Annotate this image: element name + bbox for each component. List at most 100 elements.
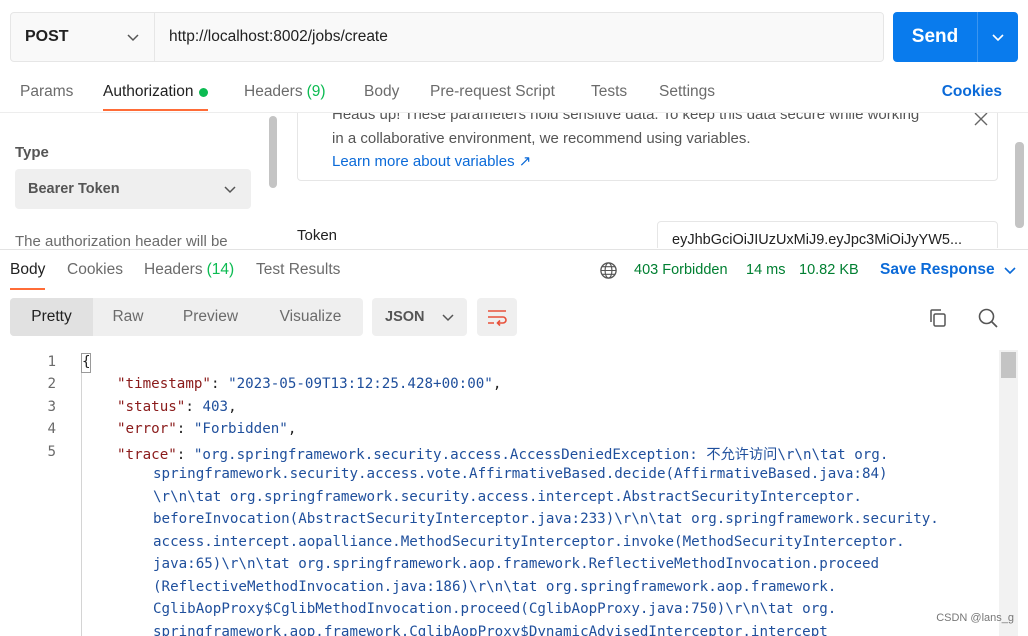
format-select[interactable]: JSON: [372, 298, 467, 336]
response-body-editor[interactable]: 1 2 3 4 5 { "timestamp": "2023-05-09T13:…: [0, 350, 1000, 636]
token-input[interactable]: eyJhbGciOiJIUzUxMiJ9.eyJpc3MiOiJyYW5...: [657, 221, 998, 248]
send-button[interactable]: Send: [893, 12, 977, 62]
editor-scrollbar-thumb[interactable]: [1001, 352, 1016, 378]
wrap-lines-button[interactable]: [477, 298, 517, 336]
chevron-down-icon: [442, 314, 454, 322]
save-response-button[interactable]: Save Response: [880, 250, 1017, 290]
tab-label: Settings: [659, 83, 716, 100]
line-number: 3: [47, 399, 56, 415]
type-label: Type: [15, 144, 49, 161]
code-open-brace: {: [82, 354, 91, 370]
close-icon[interactable]: [973, 113, 989, 127]
tab-params[interactable]: Params: [20, 72, 73, 112]
tab-headers[interactable]: Headers (9): [244, 72, 326, 112]
editor-scrollbar-track[interactable]: [999, 350, 1018, 636]
request-bar: POST: [10, 12, 884, 62]
code-wrapped-line: springframework.aop.framework.CglibAopPr…: [153, 624, 828, 636]
line-number: 5: [47, 444, 56, 460]
copy-icon[interactable]: [927, 307, 949, 329]
view-visualize[interactable]: Visualize: [258, 298, 363, 336]
chevron-down-icon: [224, 186, 236, 194]
response-time[interactable]: 14 ms: [746, 250, 786, 290]
tab-count: (14): [206, 261, 235, 278]
tab-label: Headers: [144, 261, 203, 278]
code-wrapped-line: \r\n\tat org.springframework.security.ac…: [153, 489, 862, 505]
method-select[interactable]: POST: [11, 13, 155, 61]
sensitive-data-notice: Heads up! These parameters hold sensitiv…: [297, 113, 998, 181]
tab-label: Tests: [591, 83, 628, 100]
tab-tests[interactable]: Tests: [591, 72, 627, 112]
format-value: JSON: [385, 309, 425, 325]
send-options-button[interactable]: [978, 12, 1018, 62]
code-wrapped-line: access.intercept.aopalliance.MethodSecur…: [153, 534, 905, 550]
auth-description: The authorization header will be: [15, 233, 228, 248]
auth-type-panel: Type Bearer Token The authorization head…: [0, 113, 268, 248]
line-number: 1: [47, 354, 56, 370]
json-key: "status": [117, 399, 186, 415]
tab-label: Params: [20, 83, 74, 100]
auth-settings-panel: Heads up! These parameters hold sensitiv…: [280, 113, 1028, 248]
learn-more-link[interactable]: Learn more about variables ↗: [332, 152, 531, 170]
auth-type-value: Bearer Token: [28, 181, 120, 197]
tab-response-cookies[interactable]: Cookies: [67, 250, 123, 290]
response-size[interactable]: 10.82 KB: [799, 250, 859, 290]
token-label: Token: [297, 227, 338, 244]
save-response-label: Save Response: [880, 261, 995, 278]
view-preview[interactable]: Preview: [163, 298, 258, 336]
send-button-group: Send: [893, 12, 1018, 62]
tab-response-headers[interactable]: Headers (14): [144, 250, 234, 290]
json-key: "timestamp": [117, 376, 211, 392]
view-pretty[interactable]: Pretty: [10, 298, 93, 336]
notice-text: Heads up! These parameters hold sensitiv…: [332, 113, 920, 123]
url-input[interactable]: [155, 13, 883, 61]
code-wrapped-line: (ReflectiveMethodInvocation.java:186)\r\…: [153, 579, 837, 595]
status-code[interactable]: 403 Forbidden: [634, 250, 728, 290]
notice-text: in a collaborative environment, we recom…: [332, 130, 751, 147]
request-tabs: Params Authorization Headers (9) Body Pre…: [0, 72, 1028, 112]
response-bar: Body Cookies Headers (14) Test Results 40…: [0, 249, 1028, 290]
auth-type-select[interactable]: Bearer Token: [15, 169, 251, 209]
view-mode-selector: Pretty Raw Preview Visualize: [10, 298, 363, 336]
chevron-down-icon: [127, 34, 139, 42]
json-value: "Forbidden": [193, 421, 288, 437]
view-raw[interactable]: Raw: [93, 298, 163, 336]
tab-pre-request-script[interactable]: Pre-request Script: [430, 72, 555, 112]
chevron-down-icon: [992, 34, 1004, 42]
tab-response-body[interactable]: Body: [10, 250, 46, 290]
json-value: "2023-05-09T13:12:25.428+00:00": [228, 376, 493, 392]
code-wrapped-line: beforeInvocation(AbstractSecurityInterce…: [153, 511, 939, 527]
tab-label: Pre-request Script: [430, 83, 555, 100]
tab-authorization[interactable]: Authorization: [103, 72, 209, 112]
settings-scrollbar[interactable]: [1015, 142, 1024, 228]
code-line: "trace": "org.springframework.security.a…: [117, 447, 889, 463]
tab-label: Cookies: [67, 261, 123, 278]
watermark: CSDN @lans_g: [936, 612, 1014, 624]
tab-label: Headers: [244, 83, 303, 100]
tab-settings[interactable]: Settings: [659, 72, 715, 112]
tab-label: Test Results: [256, 261, 341, 278]
json-value: 403: [202, 399, 229, 415]
tab-test-results[interactable]: Test Results: [256, 250, 340, 290]
code-wrapped-line: java:65)\r\n\tat org.springframework.aop…: [153, 556, 880, 572]
line-number: 4: [47, 421, 56, 437]
globe-icon[interactable]: [599, 261, 618, 280]
line-number: 2: [47, 376, 56, 392]
json-key: "trace": [117, 447, 177, 463]
code-line: "timestamp": "2023-05-09T13:12:25.428+00…: [117, 376, 502, 392]
cookies-link[interactable]: Cookies: [942, 72, 1002, 112]
json-value: "org.springframework.security.access.Acc…: [193, 447, 889, 463]
search-icon[interactable]: [977, 307, 999, 329]
tab-body[interactable]: Body: [364, 72, 399, 112]
active-dot-icon: [199, 87, 209, 97]
method-label: POST: [25, 28, 69, 45]
tab-label: Body: [10, 261, 46, 278]
indent-guide: [81, 358, 82, 636]
tab-count: (9): [306, 83, 326, 100]
code-line: "status": 403,: [117, 399, 237, 415]
code-line: "error": "Forbidden",: [117, 421, 297, 437]
tab-label: Body: [364, 83, 400, 100]
code-wrapped-line: springframework.security.access.vote.Aff…: [153, 466, 888, 482]
auth-panel-scrollbar[interactable]: [269, 116, 277, 188]
wrap-lines-icon: [488, 310, 507, 327]
tab-label: Authorization: [103, 83, 194, 100]
